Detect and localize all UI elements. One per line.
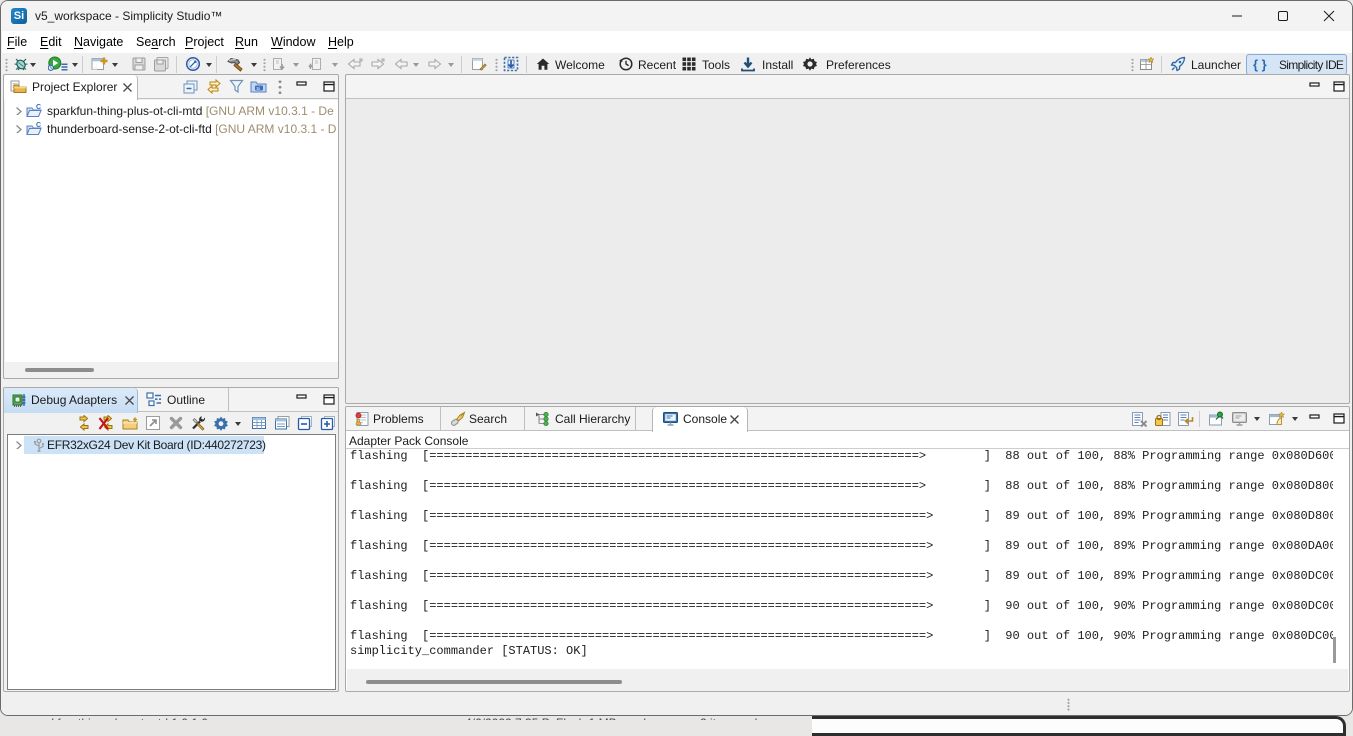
svg-text:C: C (36, 104, 41, 111)
svg-text:Si: Si (256, 86, 260, 91)
svg-text:C: C (36, 122, 41, 129)
